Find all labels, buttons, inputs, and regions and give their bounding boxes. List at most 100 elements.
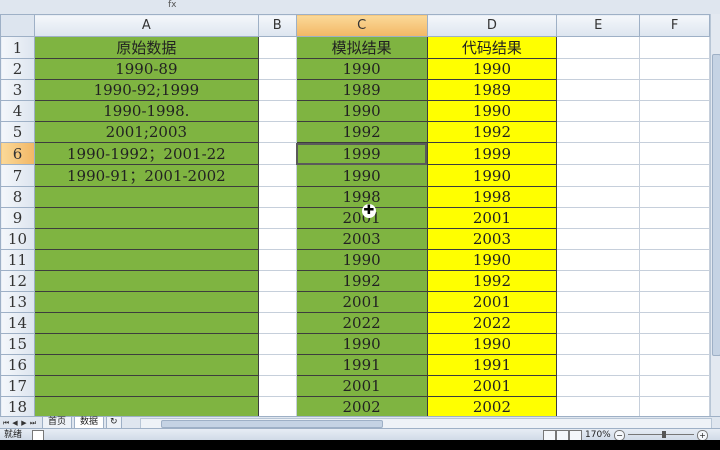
row-header[interactable]: 13 (0, 291, 35, 313)
row-header[interactable]: 12 (0, 270, 35, 292)
cell-b[interactable] (257, 207, 297, 229)
cell-f[interactable] (639, 291, 710, 313)
cell-e[interactable] (556, 100, 641, 122)
horizontal-scroll-thumb[interactable] (161, 420, 383, 428)
cell-original-data[interactable] (33, 228, 259, 250)
cell-code-result[interactable]: 2003 (426, 228, 558, 250)
cell-code-result[interactable]: 1990 (426, 100, 558, 122)
cell-f[interactable] (639, 228, 710, 250)
row-header[interactable]: 15 (0, 333, 35, 355)
cell-f[interactable] (639, 396, 710, 416)
select-all-corner[interactable] (0, 14, 35, 37)
cell-e[interactable] (556, 291, 641, 313)
cell-original-data[interactable] (33, 354, 259, 376)
cell-b[interactable] (257, 375, 297, 397)
cell-code-result[interactable]: 1990 (426, 249, 558, 271)
cell-f[interactable] (639, 354, 710, 376)
cell-b[interactable] (257, 142, 297, 165)
cell-original-data[interactable] (33, 312, 259, 334)
cell-code-result[interactable]: 1998 (426, 186, 558, 208)
cell-e[interactable] (556, 58, 641, 80)
cell-f[interactable] (639, 333, 710, 355)
cell-simulated-result[interactable]: 2022 (295, 312, 428, 334)
cell-b[interactable] (257, 249, 297, 271)
cell-simulated-result[interactable]: 1990 (295, 164, 428, 187)
row-header[interactable]: 16 (0, 354, 35, 376)
row-header[interactable]: 2 (0, 58, 35, 80)
cell-original-data[interactable]: 1990-1992；2001-22 (33, 142, 259, 165)
cell-e[interactable] (556, 333, 641, 355)
row-header[interactable]: 3 (0, 79, 35, 101)
cell-original-data[interactable]: 1990-92;1999 (33, 79, 259, 101)
cell-simulated-result[interactable]: 2001 (295, 375, 428, 397)
cell-original-data[interactable]: 1990-91；2001-2002 (33, 164, 259, 187)
cell-original-data[interactable] (33, 396, 259, 416)
zoom-slider-knob[interactable] (662, 431, 666, 438)
cell-e[interactable] (556, 312, 641, 334)
cell-code-result[interactable]: 1992 (426, 270, 558, 292)
column-header-d[interactable]: D (426, 14, 558, 37)
cell-code-result[interactable]: 2001 (426, 375, 558, 397)
cell-e[interactable] (556, 164, 641, 187)
cell-original-data[interactable] (33, 249, 259, 271)
cell-simulated-result[interactable]: 模拟结果 (295, 36, 428, 59)
cell-f[interactable] (639, 100, 710, 122)
cell-simulated-result[interactable]: 2003 (295, 228, 428, 250)
cell-e[interactable] (556, 79, 641, 101)
cell-original-data[interactable]: 原始数据 (33, 36, 259, 59)
cell-e[interactable] (556, 36, 641, 59)
row-header[interactable]: 17 (0, 375, 35, 397)
row-header[interactable]: 6 (0, 142, 35, 165)
cell-code-result[interactable]: 2001 (426, 291, 558, 313)
cell-b[interactable] (257, 354, 297, 376)
cell-f[interactable] (639, 58, 710, 80)
column-header-f[interactable]: F (639, 14, 710, 37)
cell-code-result[interactable]: 1999 (426, 142, 558, 165)
cell-b[interactable] (257, 121, 297, 143)
cell-f[interactable] (639, 249, 710, 271)
cell-code-result[interactable]: 1990 (426, 333, 558, 355)
row-header[interactable]: 7 (0, 164, 35, 187)
column-header-c[interactable]: C (295, 14, 428, 37)
cell-original-data[interactable]: 1990-1998. (33, 100, 259, 122)
cell-original-data[interactable] (33, 375, 259, 397)
row-header[interactable]: 10 (0, 228, 35, 250)
cell-simulated-result[interactable]: 1990 (295, 100, 428, 122)
row-header[interactable]: 9 (0, 207, 35, 229)
column-header-e[interactable]: E (556, 14, 641, 37)
cell-f[interactable] (639, 121, 710, 143)
cell-original-data[interactable] (33, 333, 259, 355)
vertical-scroll-thumb[interactable] (712, 54, 720, 356)
cell-b[interactable] (257, 312, 297, 334)
cell-simulated-result[interactable]: 2002 (295, 396, 428, 416)
cell-simulated-result[interactable]: 1991 (295, 354, 428, 376)
cell-f[interactable] (639, 186, 710, 208)
cell-b[interactable] (257, 291, 297, 313)
cell-simulated-result[interactable]: 1989 (295, 79, 428, 101)
row-header[interactable]: 11 (0, 249, 35, 271)
column-header-b[interactable]: B (257, 14, 297, 37)
cell-e[interactable] (556, 207, 641, 229)
cell-b[interactable] (257, 270, 297, 292)
cell-b[interactable] (257, 36, 297, 59)
cell-simulated-result[interactable]: 1992 (295, 121, 428, 143)
cell-f[interactable] (639, 164, 710, 187)
cell-f[interactable] (639, 270, 710, 292)
row-header[interactable]: 4 (0, 100, 35, 122)
vertical-scrollbar[interactable] (710, 14, 720, 416)
cell-f[interactable] (639, 207, 710, 229)
cell-e[interactable] (556, 375, 641, 397)
cell-code-result[interactable]: 代码结果 (426, 36, 558, 59)
cell-f[interactable] (639, 36, 710, 59)
cell-code-result[interactable]: 2001 (426, 207, 558, 229)
cell-b[interactable] (257, 58, 297, 80)
cell-simulated-result[interactable]: 1998 (295, 186, 428, 208)
cell-e[interactable] (556, 354, 641, 376)
cell-e[interactable] (556, 186, 641, 208)
column-header-a[interactable]: A (33, 14, 259, 37)
cell-code-result[interactable]: 1991 (426, 354, 558, 376)
cell-e[interactable] (556, 396, 641, 416)
cell-f[interactable] (639, 142, 710, 165)
row-header[interactable]: 8 (0, 186, 35, 208)
cell-e[interactable] (556, 249, 641, 271)
